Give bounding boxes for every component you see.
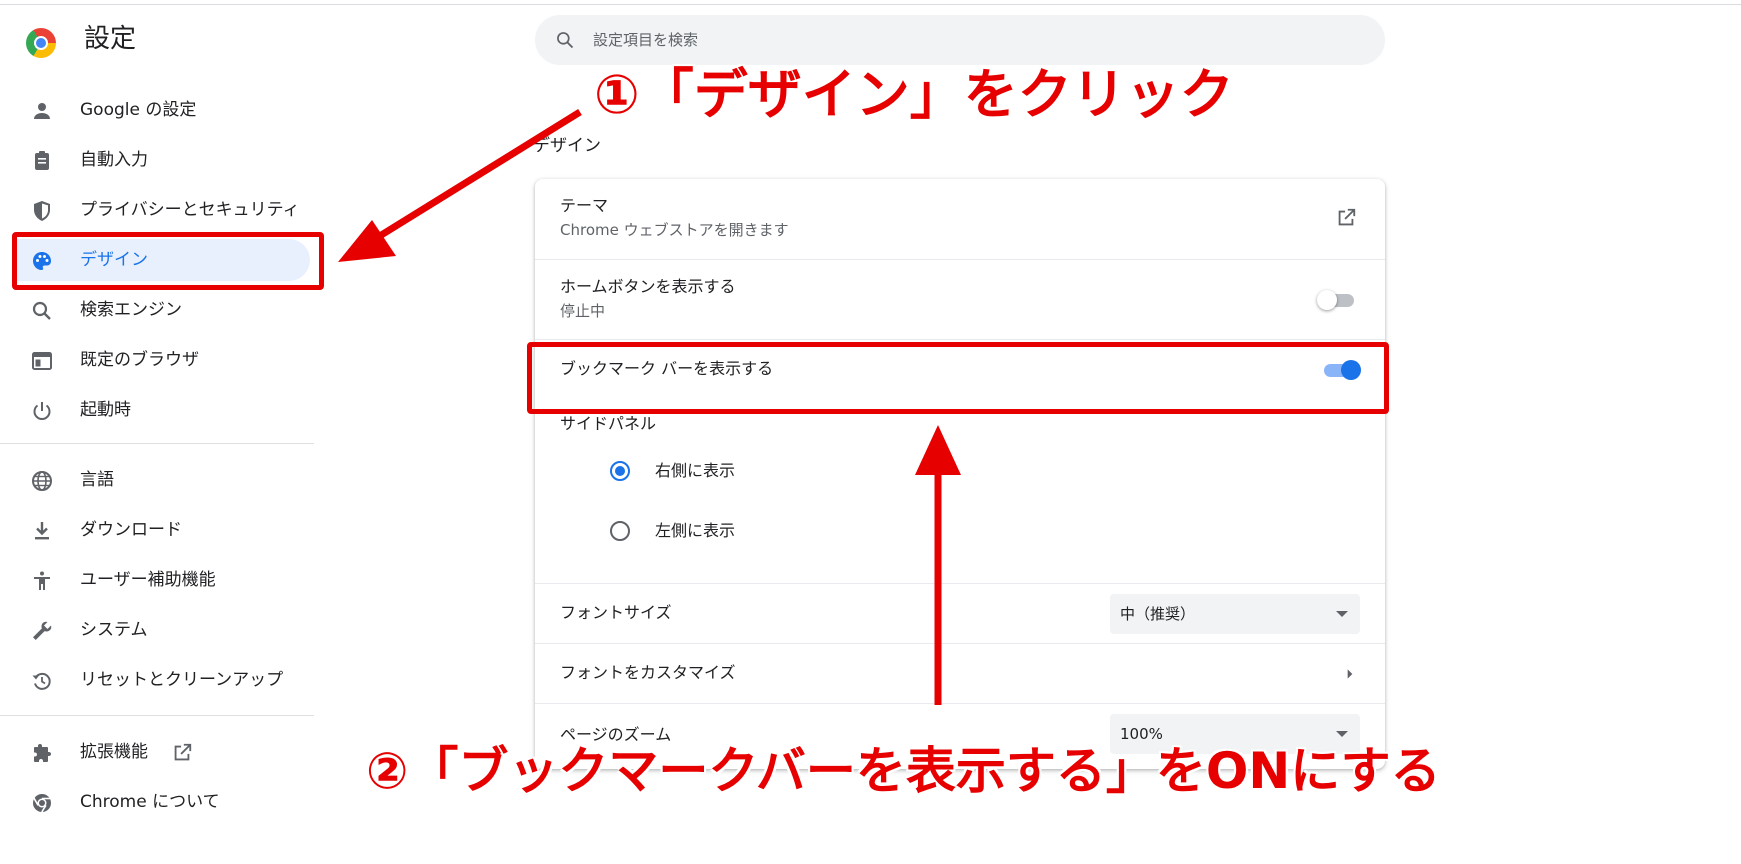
sidebar-item-label: デザイン (80, 250, 148, 270)
palette-icon (33, 252, 51, 270)
annotation-arrow-1-shaft (368, 109, 582, 245)
annotation-step2-text: ②「ブックマークバーを表示する」をONにする (366, 742, 1441, 800)
annotation-arrow-1-head (338, 220, 396, 262)
annotation-arrow-2-head (915, 425, 961, 475)
annotation-step1-text: ①「デザイン」をクリック (594, 63, 1234, 126)
